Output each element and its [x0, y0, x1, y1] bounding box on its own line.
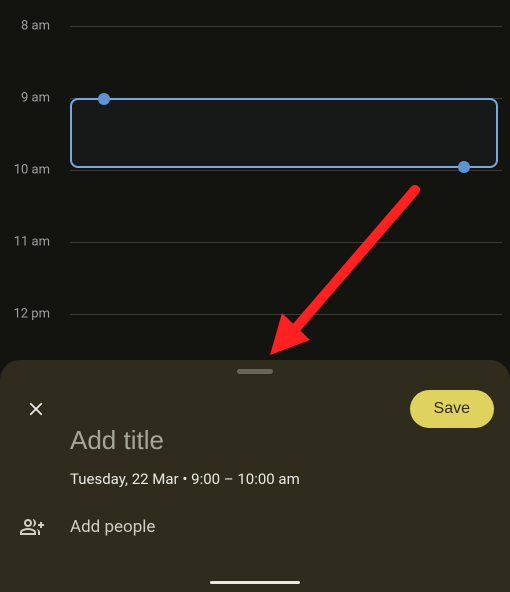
time-label-11am: 11 am — [0, 235, 60, 250]
event-create-sheet: Save Tuesday, 22 Mar • 9:00 – 10:00 am A… — [0, 360, 510, 592]
hour-line — [70, 242, 502, 243]
close-button[interactable] — [16, 389, 56, 429]
sheet-content: Tuesday, 22 Mar • 9:00 – 10:00 am — [70, 425, 490, 488]
android-nav-bar[interactable] — [210, 581, 300, 584]
add-people-row[interactable]: Add people — [20, 515, 490, 539]
new-event-block[interactable] — [70, 98, 498, 168]
annotation-arrow — [260, 180, 440, 360]
save-button[interactable]: Save — [410, 390, 494, 428]
people-icon — [20, 515, 44, 539]
event-start-handle[interactable] — [98, 93, 110, 105]
event-title-input[interactable] — [70, 425, 490, 456]
time-label-8am: 8 am — [0, 19, 60, 34]
hour-line — [70, 314, 502, 315]
hour-line — [70, 170, 502, 171]
time-label-12pm: 12 pm — [0, 307, 60, 322]
event-datetime-text[interactable]: Tuesday, 22 Mar • 9:00 – 10:00 am — [70, 470, 490, 488]
time-label-10am: 10 am — [0, 163, 60, 178]
close-icon — [25, 398, 47, 420]
sheet-drag-handle[interactable] — [237, 369, 273, 374]
hour-line — [70, 26, 502, 27]
time-label-9am: 9 am — [0, 91, 60, 106]
event-end-handle[interactable] — [458, 161, 470, 173]
add-people-label: Add people — [70, 517, 155, 537]
